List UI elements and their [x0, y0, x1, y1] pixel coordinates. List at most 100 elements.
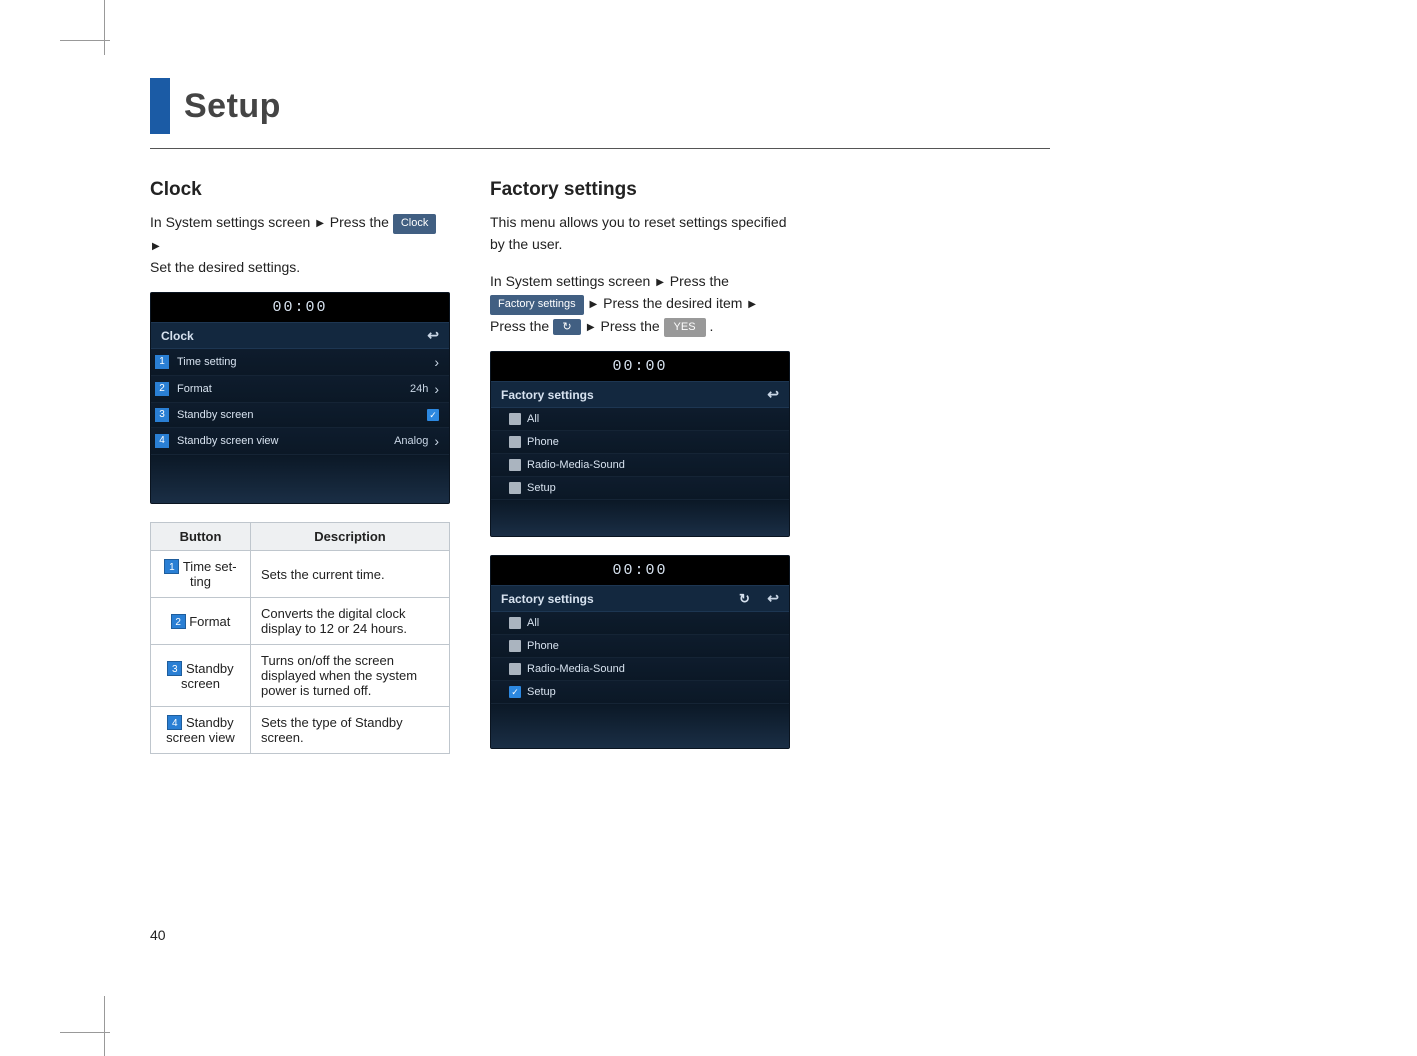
chevron-right-icon: › [434, 354, 439, 370]
row-desc: Turns on/off the screen displayed when t… [251, 645, 450, 707]
clock-pill[interactable]: Clock [393, 214, 437, 234]
item-label: Radio-Media-Sound [521, 663, 779, 675]
table-row: 4 Standby screen view Sets the type of S… [151, 707, 450, 754]
checkbox-icon [509, 617, 521, 629]
table-row: 3 Standby screen Turns on/off the screen… [151, 645, 450, 707]
checkbox-icon [509, 413, 521, 425]
factory-item-phone[interactable]: Phone [491, 431, 789, 454]
checkbox-icon [509, 482, 521, 494]
item-label: Setup [521, 482, 779, 494]
back-icon[interactable]: ↩ [427, 327, 439, 344]
crop-mark [104, 0, 105, 55]
checkbox-icon [509, 459, 521, 471]
factory-screen2-title: Factory settings [501, 592, 594, 606]
callout-2: 2 [171, 614, 186, 629]
crop-mark [60, 40, 110, 41]
clock-desc-table: Button Description 1 Time set- ting Sets… [150, 522, 450, 754]
clock-heading: Clock [150, 179, 450, 201]
clock-row-time-setting[interactable]: 1 Time setting › [151, 349, 449, 376]
row-label: Time setting [171, 356, 434, 368]
factory-item-all[interactable]: All [491, 612, 789, 635]
check-icon: ✓ [427, 409, 439, 421]
title-accent-bar [150, 78, 170, 134]
refresh-icon-pill[interactable]: ↻ [553, 319, 581, 335]
factory-instr-press: Press the [666, 273, 729, 289]
item-label: Phone [521, 640, 779, 652]
clock-row-standby-view[interactable]: 4 Standby screen view Analog › [151, 428, 449, 455]
title-divider [150, 148, 1050, 149]
clock-instr-suffix: Set the desired settings. [150, 259, 300, 275]
check-icon: ✓ [509, 686, 521, 698]
factory-instr-item: Press the desired item [599, 295, 746, 311]
clock-instructions: In System settings screen ▶ Press the Cl… [150, 211, 450, 278]
factory-screen1-title: Factory settings [501, 388, 594, 402]
play-icon: ▶ [748, 299, 756, 310]
play-icon: ▶ [656, 277, 664, 288]
factory-screen-2: 00:00 Factory settings ↻ ↩ All Phone [490, 555, 790, 749]
header-icons: ↻ ↩ [739, 590, 779, 607]
factory-item-phone[interactable]: Phone [491, 635, 789, 658]
play-icon: ▶ [590, 299, 598, 310]
item-label: Setup [521, 686, 779, 698]
table-row: 1 Time set- ting Sets the current time. [151, 551, 450, 598]
checkbox-icon [509, 436, 521, 448]
row-label: Format [171, 383, 410, 395]
col-clock: Clock In System settings screen ▶ Press … [150, 179, 450, 767]
back-icon[interactable]: ↩ [767, 386, 779, 403]
screen-filler [491, 500, 789, 536]
factory-item-setup[interactable]: ✓ Setup [491, 681, 789, 704]
back-icon[interactable]: ↩ [767, 590, 779, 606]
th-button: Button [151, 523, 251, 551]
clock-instr-prefix: In System settings screen [150, 214, 314, 230]
play-icon: ▶ [316, 218, 324, 229]
clock-row-format[interactable]: 2 Format 24h › [151, 376, 449, 403]
factory-heading: Factory settings [490, 179, 790, 201]
row-desc: Sets the current time. [251, 551, 450, 598]
callout-3: 3 [155, 408, 169, 422]
screen-time: 00:00 [491, 352, 789, 381]
callout-4: 4 [167, 715, 182, 730]
factory-screen-1: 00:00 Factory settings ↩ All Phone Radio… [490, 351, 790, 537]
chevron-right-icon: › [434, 381, 439, 397]
factory-item-setup[interactable]: Setup [491, 477, 789, 500]
page-number: 40 [150, 927, 166, 943]
clock-screen: 00:00 Clock ↩ 1 Time setting › 2 Format … [150, 292, 450, 504]
checkbox-icon [509, 663, 521, 675]
page-title: Setup [184, 87, 281, 126]
chevron-right-icon: › [434, 433, 439, 449]
checkbox-icon [509, 640, 521, 652]
screen-time: 00:00 [491, 556, 789, 585]
clock-screen-title: Clock [161, 329, 194, 343]
item-label: Radio-Media-Sound [521, 459, 779, 471]
clock-row-standby-screen[interactable]: 3 Standby screen ✓ [151, 403, 449, 428]
factory-instr-prefix: In System settings screen [490, 273, 654, 289]
factory-screen1-header: Factory settings ↩ [491, 381, 789, 408]
factory-instructions: In System settings screen ▶ Press the Fa… [490, 270, 790, 338]
crop-mark [60, 1032, 110, 1033]
callout-4: 4 [155, 434, 169, 448]
factory-item-radio[interactable]: Radio-Media-Sound [491, 454, 789, 477]
screen-time: 00:00 [151, 293, 449, 322]
row-btn-label: Format [189, 614, 230, 629]
factory-instr-press2: Press the [490, 318, 553, 334]
th-desc: Description [251, 523, 450, 551]
screen-filler [491, 704, 789, 748]
factory-pill[interactable]: Factory settings [490, 295, 584, 315]
row-btn-label: Standby screen [181, 661, 234, 691]
yes-pill[interactable]: YES [664, 318, 706, 338]
factory-intro: This menu allows you to reset settings s… [490, 211, 790, 256]
row-desc: Converts the digital clock display to 12… [251, 598, 450, 645]
refresh-icon[interactable]: ↻ [739, 591, 750, 606]
row-label: Standby screen [171, 409, 427, 421]
factory-item-all[interactable]: All [491, 408, 789, 431]
item-label: All [521, 413, 779, 425]
period: . [709, 318, 713, 334]
screen-filler [151, 455, 449, 503]
clock-screen-header: Clock ↩ [151, 322, 449, 349]
play-icon: ▶ [152, 241, 160, 252]
factory-item-radio[interactable]: Radio-Media-Sound [491, 658, 789, 681]
callout-1: 1 [155, 355, 169, 369]
callout-3: 3 [167, 661, 182, 676]
row-btn-label: Time set- ting [183, 559, 237, 589]
callout-1: 1 [164, 559, 179, 574]
